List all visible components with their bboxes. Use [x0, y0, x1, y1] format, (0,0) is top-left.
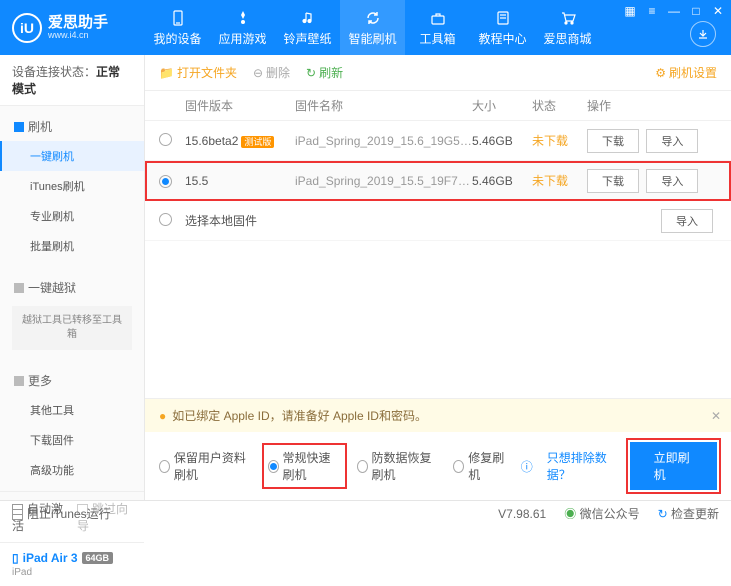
- firmware-row[interactable]: 15.6beta2测试版 iPad_Spring_2019_15.6_19G50…: [145, 121, 731, 161]
- main-nav: 我的设备 应用游戏 铃声壁纸 智能刷机 工具箱 教程中心 爱思商城: [145, 0, 600, 55]
- download-manager-button[interactable]: [690, 21, 716, 47]
- sidebar-batch-flash[interactable]: 批量刷机: [0, 231, 144, 261]
- firmware-row[interactable]: 15.5 iPad_Spring_2019_15.5_19F77_Restore…: [145, 161, 731, 201]
- square-icon: [14, 376, 24, 386]
- mode-keep-data[interactable]: 保留用户资料刷机: [159, 449, 252, 483]
- sidebar-itunes-flash[interactable]: iTunes刷机: [0, 171, 144, 201]
- sidebar-other-tools[interactable]: 其他工具: [0, 395, 144, 425]
- download-button[interactable]: 下载: [587, 169, 639, 193]
- close-icon[interactable]: ✕: [711, 4, 725, 18]
- app-icon: [234, 9, 252, 27]
- delete-button[interactable]: ⊖删除: [253, 64, 290, 81]
- gear-icon: ⚙: [655, 66, 666, 80]
- radio-button[interactable]: [159, 213, 172, 226]
- app-name: 爱思助手: [48, 15, 108, 30]
- warning-bar: ● 如已绑定 Apple ID，请准备好 Apple ID和密码。 ✕: [145, 399, 731, 432]
- folder-icon: 📁: [159, 66, 174, 80]
- nav-toolbox[interactable]: 工具箱: [405, 0, 470, 55]
- download-button[interactable]: 下载: [587, 129, 639, 153]
- nav-ringtones[interactable]: 铃声壁纸: [275, 0, 340, 55]
- logo-icon: iU: [12, 13, 42, 43]
- import-button[interactable]: 导入: [646, 129, 698, 153]
- cart-icon: [559, 9, 577, 27]
- refresh-button[interactable]: ↻刷新: [306, 64, 343, 81]
- refresh-icon: ↻: [306, 66, 316, 80]
- book-icon: [494, 9, 512, 27]
- nav-flash[interactable]: 智能刷机: [340, 0, 405, 55]
- device-info[interactable]: ▯iPad Air 364GB iPad: [0, 542, 144, 586]
- wechat-link[interactable]: ◉ 微信公众号: [564, 505, 639, 522]
- jailbreak-note: 越狱工具已转移至工具箱: [12, 306, 132, 350]
- phone-icon: [169, 9, 187, 27]
- section-jailbreak[interactable]: 一键越狱: [0, 273, 144, 302]
- connection-status: 设备连接状态：正常模式: [0, 55, 144, 106]
- import-button[interactable]: 导入: [646, 169, 698, 193]
- nav-store[interactable]: 爱思商城: [535, 0, 600, 55]
- toolbox-icon: [429, 9, 447, 27]
- mode-anti-recovery[interactable]: 防数据恢复刷机: [357, 449, 440, 483]
- block-itunes-checkbox[interactable]: 阻止iTunes运行: [12, 505, 111, 522]
- refresh-icon: [364, 9, 382, 27]
- radio-button[interactable]: [159, 175, 172, 188]
- section-more[interactable]: 更多: [0, 366, 144, 395]
- nav-my-device[interactable]: 我的设备: [145, 0, 210, 55]
- table-header: 固件版本 固件名称 大小 状态 操作: [145, 91, 731, 121]
- check-update-link[interactable]: ↻ 检查更新: [658, 505, 719, 522]
- music-icon: [299, 9, 317, 27]
- maximize-icon[interactable]: □: [689, 4, 703, 18]
- close-warning-button[interactable]: ✕: [711, 409, 721, 423]
- flash-settings-button[interactable]: ⚙刷机设置: [655, 64, 717, 81]
- sidebar-pro-flash[interactable]: 专业刷机: [0, 201, 144, 231]
- menu-icon[interactable]: ≡: [645, 4, 659, 18]
- nav-apps[interactable]: 应用游戏: [210, 0, 275, 55]
- update-icon: ↻: [658, 507, 668, 521]
- info-icon[interactable]: ⓘ: [521, 458, 533, 475]
- warning-icon: ●: [159, 409, 166, 423]
- version-label: V7.98.61: [498, 507, 546, 521]
- nav-tutorials[interactable]: 教程中心: [470, 0, 535, 55]
- square-icon: [14, 122, 24, 132]
- lock-icon: [14, 283, 24, 293]
- tablet-icon: ▯: [12, 551, 19, 565]
- open-folder-button[interactable]: 📁打开文件夹: [159, 64, 237, 81]
- skin-icon[interactable]: ▦: [623, 4, 637, 18]
- minimize-icon[interactable]: —: [667, 4, 681, 18]
- beta-tag: 测试版: [241, 136, 274, 148]
- local-firmware-row[interactable]: 选择本地固件 导入: [145, 201, 731, 241]
- sidebar-one-click-flash[interactable]: 一键刷机: [0, 141, 144, 171]
- exclude-data-link[interactable]: 只想排除数据？: [547, 449, 616, 483]
- mode-normal-flash[interactable]: 常规快速刷机: [266, 447, 343, 485]
- app-logo: iU 爱思助手 www.i4.cn: [0, 13, 145, 43]
- sidebar-advanced[interactable]: 高级功能: [0, 455, 144, 485]
- mode-repair[interactable]: 修复刷机: [453, 449, 506, 483]
- radio-button[interactable]: [159, 133, 172, 146]
- delete-icon: ⊖: [253, 66, 263, 80]
- section-flash[interactable]: 刷机: [0, 112, 144, 141]
- storage-badge: 64GB: [82, 552, 114, 564]
- import-button[interactable]: 导入: [661, 209, 713, 233]
- app-url: www.i4.cn: [48, 30, 108, 40]
- wechat-icon: ◉: [564, 507, 576, 521]
- flash-now-button[interactable]: 立即刷机: [630, 442, 717, 490]
- sidebar-download-firmware[interactable]: 下载固件: [0, 425, 144, 455]
